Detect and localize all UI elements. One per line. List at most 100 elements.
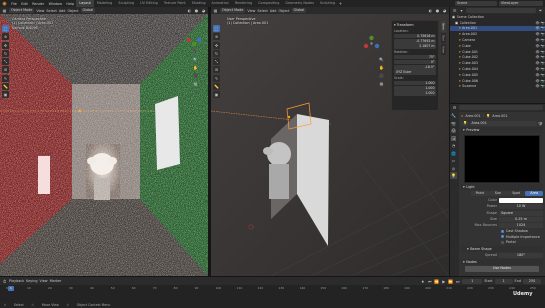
scale-tool-icon[interactable]: ⤡ xyxy=(213,58,220,66)
tab-modeling[interactable]: Modeling xyxy=(94,0,115,7)
camera-render-icon[interactable]: 📷 xyxy=(540,73,545,77)
move-tool-icon[interactable]: ✥ xyxy=(213,41,220,49)
portal-checkbox[interactable]: Portal xyxy=(461,240,543,246)
max-bounces-field[interactable]: 1024 xyxy=(499,222,543,228)
grid-view-icon[interactable]: ▦ xyxy=(193,81,198,86)
display-mode-icon[interactable]: ▾ xyxy=(459,8,464,13)
use-nodes-button[interactable]: Use Nodes xyxy=(465,266,539,272)
camera-render-icon[interactable]: 📷 xyxy=(540,84,545,88)
rotate-tool-icon[interactable]: ↻ xyxy=(2,49,9,57)
rotate-tool-icon[interactable]: ↻ xyxy=(213,49,220,57)
step-back-icon[interactable]: ⏪ xyxy=(434,279,439,284)
rotation-x-field[interactable]: 75° xyxy=(394,54,436,60)
menu-help[interactable]: Help xyxy=(64,2,76,6)
render-tab-icon[interactable]: 📷 xyxy=(450,120,457,127)
menu-view[interactable]: View xyxy=(36,9,44,13)
shading-solid-icon[interactable]: ● xyxy=(435,8,440,13)
editor-type-icon[interactable]: ☰ xyxy=(452,8,457,13)
add-workspace-icon[interactable]: + xyxy=(338,1,343,6)
outliner-search[interactable] xyxy=(466,8,536,13)
tab-item[interactable]: Item xyxy=(441,21,446,32)
measure-tool-icon[interactable]: 📏 xyxy=(213,83,220,91)
tab-layout[interactable]: Layout xyxy=(76,0,94,7)
light-type-point[interactable]: Point xyxy=(471,191,489,196)
camera-render-icon[interactable]: 📷 xyxy=(540,32,545,36)
mode-selector[interactable]: Object Mode xyxy=(220,8,246,13)
tab-compositing[interactable]: Compositing xyxy=(255,0,282,7)
step-forward-icon[interactable]: ⏩ xyxy=(448,279,453,284)
light-type-area[interactable]: Area xyxy=(525,191,543,196)
light-type-spot[interactable]: Spot xyxy=(507,191,525,196)
marker-menu[interactable]: Marker xyxy=(50,279,62,283)
light-type-sun[interactable]: Sun xyxy=(489,191,507,196)
grid-view-icon[interactable]: ▦ xyxy=(379,81,384,86)
jump-end-icon[interactable]: ⏭ xyxy=(455,279,460,284)
menu-view[interactable]: View xyxy=(247,9,255,13)
outliner-row[interactable]: ▾ Suzanne 👁 📷 xyxy=(450,84,545,90)
camera-render-icon[interactable]: 📷 xyxy=(540,26,545,30)
view-layer-selector[interactable]: ViewLayer xyxy=(499,1,543,6)
editor-type-icon[interactable]: ⚙ xyxy=(452,105,457,110)
shape-select[interactable]: Square xyxy=(499,210,543,216)
view-layer-tab-icon[interactable]: 🖼 xyxy=(450,135,457,142)
editor-type-icon[interactable]: ▦ xyxy=(213,8,218,13)
camera-render-icon[interactable]: 📷 xyxy=(540,44,545,48)
nodes-section-header[interactable]: ▾ Nodes xyxy=(461,259,543,265)
menu-window[interactable]: Window xyxy=(46,2,64,6)
menu-object[interactable]: Object xyxy=(278,9,289,13)
rotation-mode-select[interactable]: XYZ Euler xyxy=(394,70,436,75)
menu-select[interactable]: Select xyxy=(257,9,267,13)
tool-tab-icon[interactable]: 🔧 xyxy=(450,112,457,119)
left-viewport[interactable]: ▦ Object Mode View Select Add Object Glo… xyxy=(0,7,208,276)
camera-render-icon[interactable]: 📷 xyxy=(540,21,545,25)
camera-render-icon[interactable]: 📷 xyxy=(540,55,545,59)
shading-solid-icon[interactable]: ● xyxy=(194,8,199,13)
output-tab-icon[interactable]: 🖨 xyxy=(450,127,457,134)
playhead[interactable]: 1 xyxy=(8,286,14,291)
location-y-field[interactable]: -0.77692 m xyxy=(394,38,436,44)
camera-view-icon[interactable]: 🎥 xyxy=(193,73,198,78)
end-frame-field[interactable]: 250 xyxy=(523,278,541,284)
tab-tool[interactable]: Tool xyxy=(441,32,446,43)
measure-tool-icon[interactable]: 📏 xyxy=(2,83,9,91)
overlay-icon[interactable]: ◐ xyxy=(187,8,192,13)
tab-rendering[interactable]: Rendering xyxy=(232,0,255,7)
select-tool-icon[interactable]: ⬚ xyxy=(2,25,9,32)
play-icon[interactable]: ▶ xyxy=(441,279,446,284)
menu-select[interactable]: Select xyxy=(46,9,56,13)
left-nav-gizmo[interactable] xyxy=(186,36,202,52)
start-frame-field[interactable]: 1 xyxy=(494,278,513,284)
add-cube-tool-icon[interactable]: ▣ xyxy=(2,91,9,99)
cursor-tool-icon[interactable]: ⊕ xyxy=(2,33,9,41)
transform-tool-icon[interactable]: ⊞ xyxy=(213,66,220,74)
editor-type-icon[interactable]: ⏱ xyxy=(2,279,7,284)
tab-sculpting[interactable]: Sculpting xyxy=(115,0,137,7)
tab-scripting[interactable]: Scripting xyxy=(317,0,338,7)
overlay-icon[interactable]: ◐ xyxy=(428,8,433,13)
right-nav-gizmo[interactable] xyxy=(363,35,380,52)
playback-menu[interactable]: Playback xyxy=(9,279,24,283)
annotate-tool-icon[interactable]: ✎ xyxy=(2,74,9,82)
tab-view[interactable]: View xyxy=(441,43,446,55)
menu-add[interactable]: Add xyxy=(59,9,66,13)
camera-render-icon[interactable]: 📷 xyxy=(540,61,545,65)
zoom-icon[interactable]: 🔍 xyxy=(193,57,198,62)
camera-render-icon[interactable]: 📷 xyxy=(540,50,545,54)
datablock-name-field[interactable]: Area.001 xyxy=(469,120,537,126)
location-z-field[interactable]: 2.1807 m xyxy=(394,44,436,49)
menu-object[interactable]: Object xyxy=(67,9,78,13)
camera-render-icon[interactable]: 📷 xyxy=(540,38,545,42)
scale-tool-icon[interactable]: ⤡ xyxy=(2,58,9,66)
preview-section-header[interactable]: ▾ Preview xyxy=(461,127,543,133)
transform-header[interactable]: ▾ Transform xyxy=(394,23,436,28)
tab-uv-editing[interactable]: UV Editing xyxy=(137,0,161,7)
beam-shape-section-header[interactable]: ▾ Beam Shape xyxy=(461,246,543,252)
blender-logo-icon[interactable]: ◉ xyxy=(0,0,9,7)
pan-hand-icon[interactable]: ✋ xyxy=(379,65,384,70)
datablock-browser-icon[interactable]: 💡 xyxy=(461,120,468,126)
tab-animation[interactable]: Animation xyxy=(209,0,232,7)
timeline-ruler[interactable]: 0 10 20 30 40 50 60 70 80 90 100 110 120 130 140 150 160… xyxy=(6,286,540,291)
size-field[interactable]: 0.25 m xyxy=(499,216,543,222)
camera-render-icon[interactable]: 📷 xyxy=(540,79,545,83)
keying-menu[interactable]: Keying xyxy=(26,279,37,283)
